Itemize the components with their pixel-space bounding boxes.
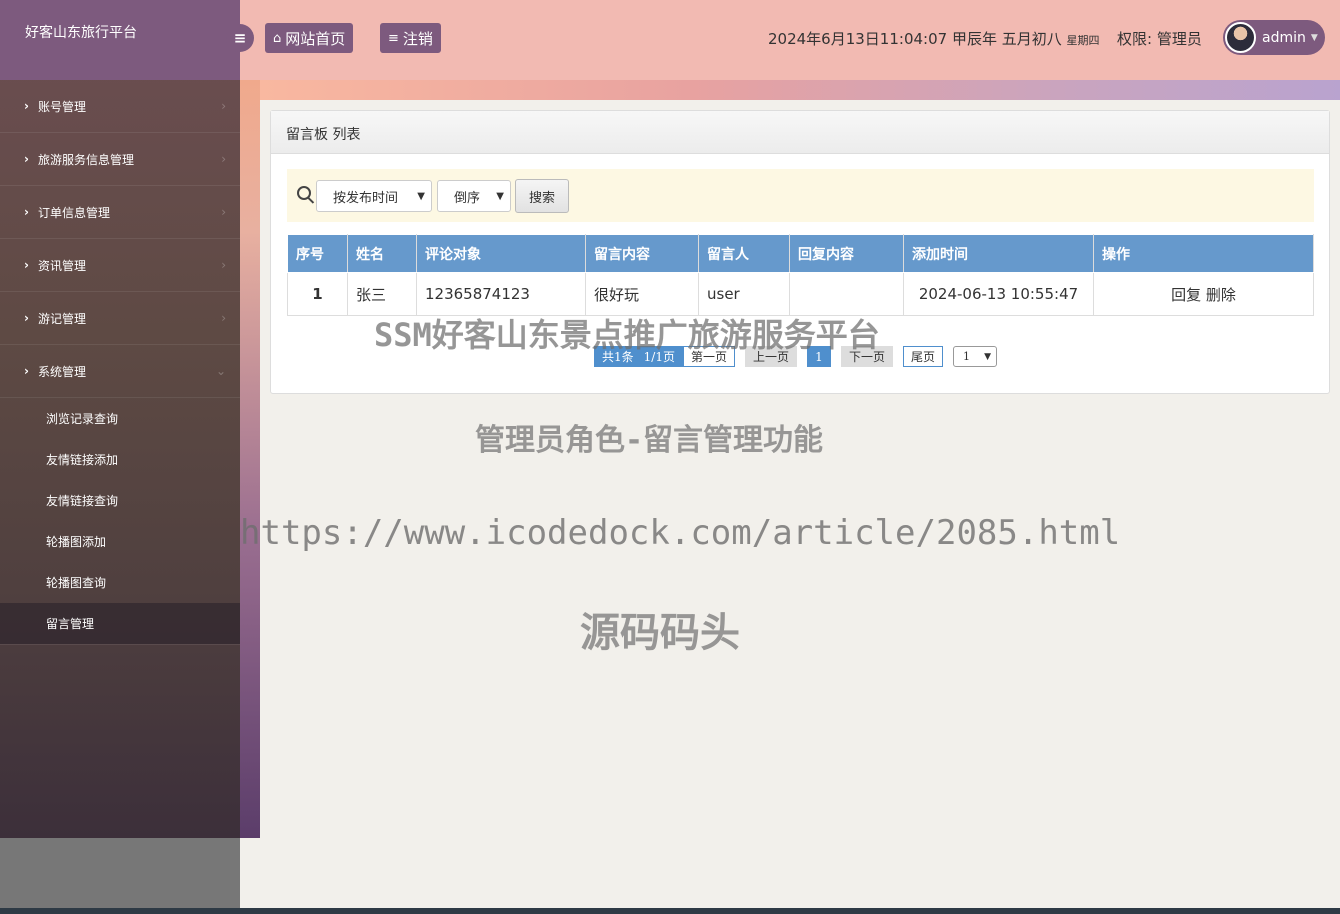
col-header-actions: 操作: [1093, 234, 1314, 273]
chevron-down-icon: ▼: [984, 351, 992, 362]
col-header-author[interactable]: 留言人: [698, 234, 790, 273]
avatar: [1225, 22, 1256, 53]
angle-right-icon: ›: [221, 205, 226, 219]
top-header: ≡ ⌂ 网站首页 ≡ 注销 2024年6月13日11:04:07 甲辰年 五月初…: [226, 0, 1340, 80]
chevron-right-icon: ›: [24, 311, 29, 325]
angle-right-icon: ›: [221, 152, 226, 166]
weekday-text: 星期四: [1066, 34, 1100, 47]
sidebar: 好客山东旅行平台 › 账号管理 › › 旅游服务信息管理 › › 订单信息管理 …: [0, 0, 240, 838]
caret-down-icon: ▼: [1310, 32, 1318, 43]
chevron-down-icon: ▼: [496, 190, 504, 202]
table-header-row: 序号 姓名 评论对象 留言内容 留言人 回复内容 添加时间 操作: [287, 234, 1314, 273]
sidebar-subitem-add-carousel[interactable]: 轮播图添加: [0, 521, 240, 562]
taskbar: [0, 908, 1340, 914]
sidebar-subitem-browse-history[interactable]: 浏览记录查询: [0, 398, 240, 439]
sort-field-value: 按发布时间: [333, 190, 399, 206]
sidebar-item-system[interactable]: › 系统管理 ⌄: [0, 345, 240, 398]
chevron-down-icon: ▼: [417, 190, 425, 202]
search-icon: [297, 186, 311, 200]
col-header-reply[interactable]: 回复内容: [789, 234, 904, 273]
col-header-name[interactable]: 姓名: [347, 234, 417, 273]
angle-right-icon: ›: [221, 311, 226, 325]
permission-text: 权限: 管理员: [1117, 30, 1202, 48]
menu-toggle-button[interactable]: ≡: [226, 24, 254, 52]
chevron-right-icon: ›: [24, 258, 29, 272]
chevron-right-icon: ›: [24, 152, 29, 166]
sidebar-subitem-query-carousel[interactable]: 轮播图查询: [0, 562, 240, 603]
last-page-button[interactable]: 尾页: [903, 346, 944, 367]
sidebar-item-label: 游记管理: [38, 311, 87, 326]
search-button[interactable]: 搜索: [515, 179, 569, 213]
col-header-time[interactable]: 添加时间: [903, 234, 1094, 273]
datetime-text: 2024年6月13日11:04:07 甲辰年 五月初八: [768, 30, 1062, 48]
sidebar-item-label: 旅游服务信息管理: [38, 152, 135, 167]
reply-link[interactable]: 回复: [1171, 286, 1201, 304]
messages-table: 序号 姓名 评论对象 留言内容 留言人 回复内容 添加时间 操作 1 张三 12…: [287, 234, 1314, 316]
sidebar-item-travel-service[interactable]: › 旅游服务信息管理 ›: [0, 133, 240, 186]
sidebar-footer-area: [0, 838, 240, 914]
user-menu[interactable]: admin ▼: [1223, 20, 1325, 55]
watermark-subtitle: 管理员角色-留言管理功能: [475, 423, 824, 458]
sidebar-item-label: 系统管理: [38, 364, 87, 379]
chevron-right-icon: ›: [24, 364, 29, 378]
cell-actions: 回复 删除: [1093, 272, 1314, 316]
sidebar-item-travelogue[interactable]: › 游记管理 ›: [0, 292, 240, 345]
col-header-target[interactable]: 评论对象: [416, 234, 586, 273]
sort-order-value: 倒序: [454, 190, 481, 206]
chevron-right-icon: ›: [24, 205, 29, 219]
sidebar-item-news[interactable]: › 资讯管理 ›: [0, 239, 240, 292]
home-icon: ⌂: [273, 30, 282, 46]
hamburger-icon: ≡: [233, 29, 247, 47]
site-home-button[interactable]: ⌂ 网站首页: [265, 23, 354, 53]
watermark-brand: 源码码头: [580, 610, 740, 656]
sidebar-subitem-add-link[interactable]: 友情链接添加: [0, 439, 240, 480]
watermark-title: SSM好客山东景点推广旅游服务平台: [374, 316, 880, 354]
chevron-right-icon: ›: [24, 99, 29, 113]
logout-button[interactable]: ≡ 注销: [380, 23, 441, 53]
angle-right-icon: ›: [221, 258, 226, 272]
divider: [0, 644, 240, 645]
sidebar-subitem-messages[interactable]: 留言管理: [0, 603, 240, 644]
watermark-url: https://www.icodedock.com/article/2085.h…: [240, 513, 1121, 553]
delete-link[interactable]: 删除: [1206, 286, 1236, 304]
sort-field-select[interactable]: 按发布时间 ▼: [316, 180, 432, 212]
sidebar-item-account[interactable]: › 账号管理 ›: [0, 80, 240, 133]
angle-right-icon: ›: [221, 99, 226, 113]
col-header-index[interactable]: 序号: [287, 234, 348, 273]
sidebar-item-label: 订单信息管理: [38, 205, 111, 220]
page-jump-value: 1: [963, 350, 971, 363]
sidebar-subitem-query-link[interactable]: 友情链接查询: [0, 480, 240, 521]
logout-label: 注销: [402, 29, 433, 48]
site-home-label: 网站首页: [285, 29, 346, 48]
sidebar-item-orders[interactable]: › 订单信息管理 ›: [0, 186, 240, 239]
col-header-content[interactable]: 留言内容: [585, 234, 699, 273]
sort-order-select[interactable]: 倒序 ▼: [437, 180, 511, 212]
panel-title: 留言板 列表: [271, 111, 1329, 154]
angle-down-icon: ⌄: [215, 364, 226, 378]
datetime-display: 2024年6月13日11:04:07 甲辰年 五月初八 星期四: [768, 28, 1100, 49]
sidebar-item-label: 账号管理: [38, 99, 87, 114]
sidebar-item-label: 资讯管理: [38, 258, 87, 273]
page-jump-select[interactable]: 1 ▼: [953, 346, 998, 367]
decorative-strip: [240, 80, 260, 838]
cell-time: 2024-06-13 10:55:47: [903, 272, 1094, 316]
search-bar: 按发布时间 ▼ 倒序 ▼ 搜索: [287, 169, 1314, 222]
list-icon: ≡: [388, 30, 399, 46]
gradient-bar: [260, 80, 1340, 100]
brand-title: 好客山东旅行平台: [0, 0, 240, 80]
cell-index: 1: [287, 272, 348, 316]
username: admin: [1262, 29, 1306, 46]
